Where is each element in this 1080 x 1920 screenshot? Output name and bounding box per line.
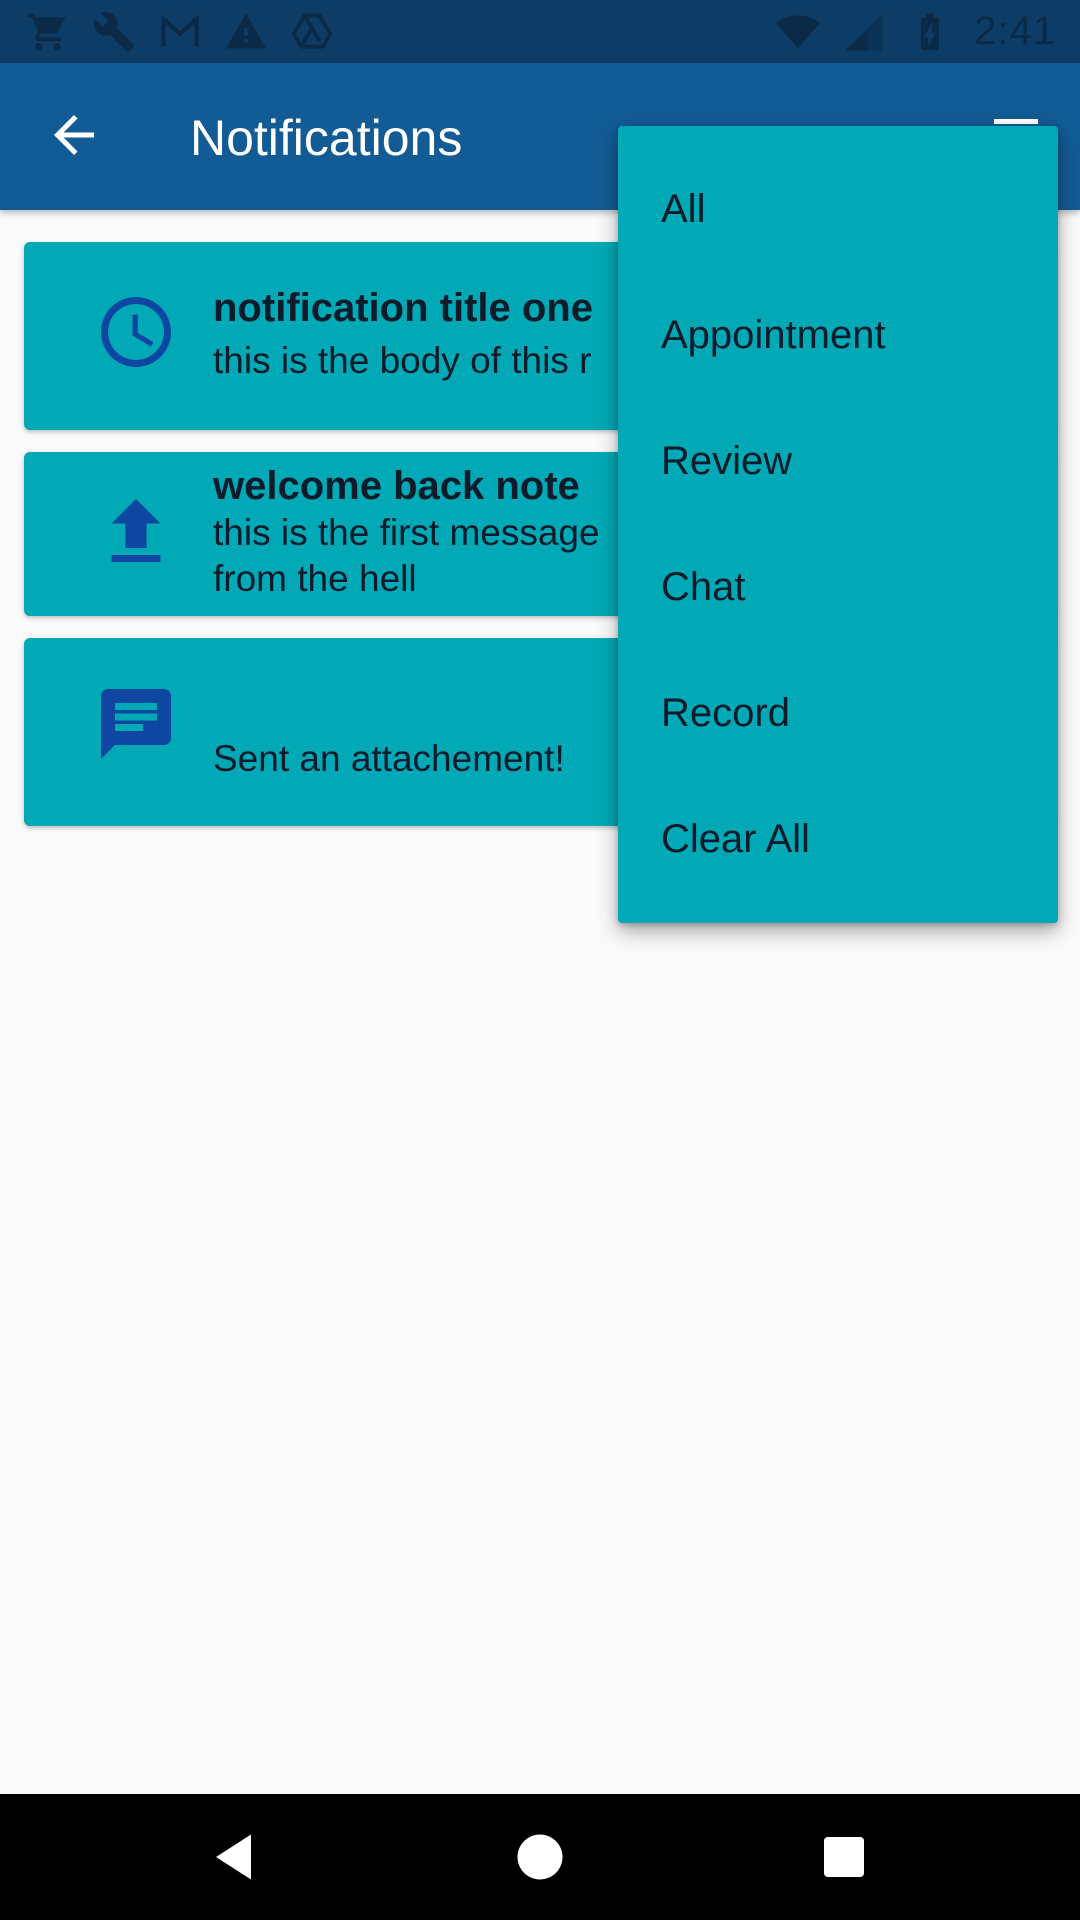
filter-menu: All Appointment Review Chat Record Clear… bbox=[618, 126, 1058, 923]
nav-recents-button[interactable] bbox=[814, 1827, 874, 1887]
clock-time: 2:41 bbox=[974, 9, 1056, 53]
battery-icon bbox=[908, 10, 952, 54]
wifi-icon bbox=[776, 10, 821, 54]
menu-item-appointment[interactable]: Appointment bbox=[618, 272, 1058, 398]
circle-home-icon bbox=[517, 1834, 563, 1880]
wrench-icon bbox=[92, 10, 136, 54]
chat-icon bbox=[72, 682, 200, 772]
notification-title: notification title one bbox=[213, 286, 593, 330]
notification-title: welcome back note bbox=[213, 464, 580, 508]
system-nav-bar bbox=[0, 1794, 1080, 1920]
menu-item-clear-all[interactable]: Clear All bbox=[618, 776, 1058, 902]
triangle-back-icon bbox=[216, 1834, 251, 1880]
gmail-icon bbox=[158, 10, 202, 54]
back-button[interactable] bbox=[44, 105, 104, 165]
upload-icon bbox=[72, 492, 200, 582]
menu-item-review[interactable]: Review bbox=[618, 398, 1058, 524]
nav-back-button[interactable] bbox=[206, 1827, 266, 1887]
arrow-back-icon bbox=[54, 115, 94, 155]
clock-icon bbox=[72, 290, 200, 380]
cart-icon bbox=[26, 10, 70, 54]
menu-item-all[interactable]: All bbox=[618, 146, 1058, 272]
warning-icon bbox=[224, 10, 268, 54]
square-recents-icon bbox=[824, 1837, 864, 1877]
signal-icon bbox=[842, 10, 886, 54]
menu-item-chat[interactable]: Chat bbox=[618, 524, 1058, 650]
page-title: Notifications bbox=[190, 110, 463, 166]
status-bar: 2:41 bbox=[0, 0, 1080, 63]
menu-item-record[interactable]: Record bbox=[618, 650, 1058, 776]
drive-icon bbox=[290, 10, 334, 54]
nav-home-button[interactable] bbox=[510, 1827, 570, 1887]
menu-icon bbox=[994, 119, 1038, 124]
